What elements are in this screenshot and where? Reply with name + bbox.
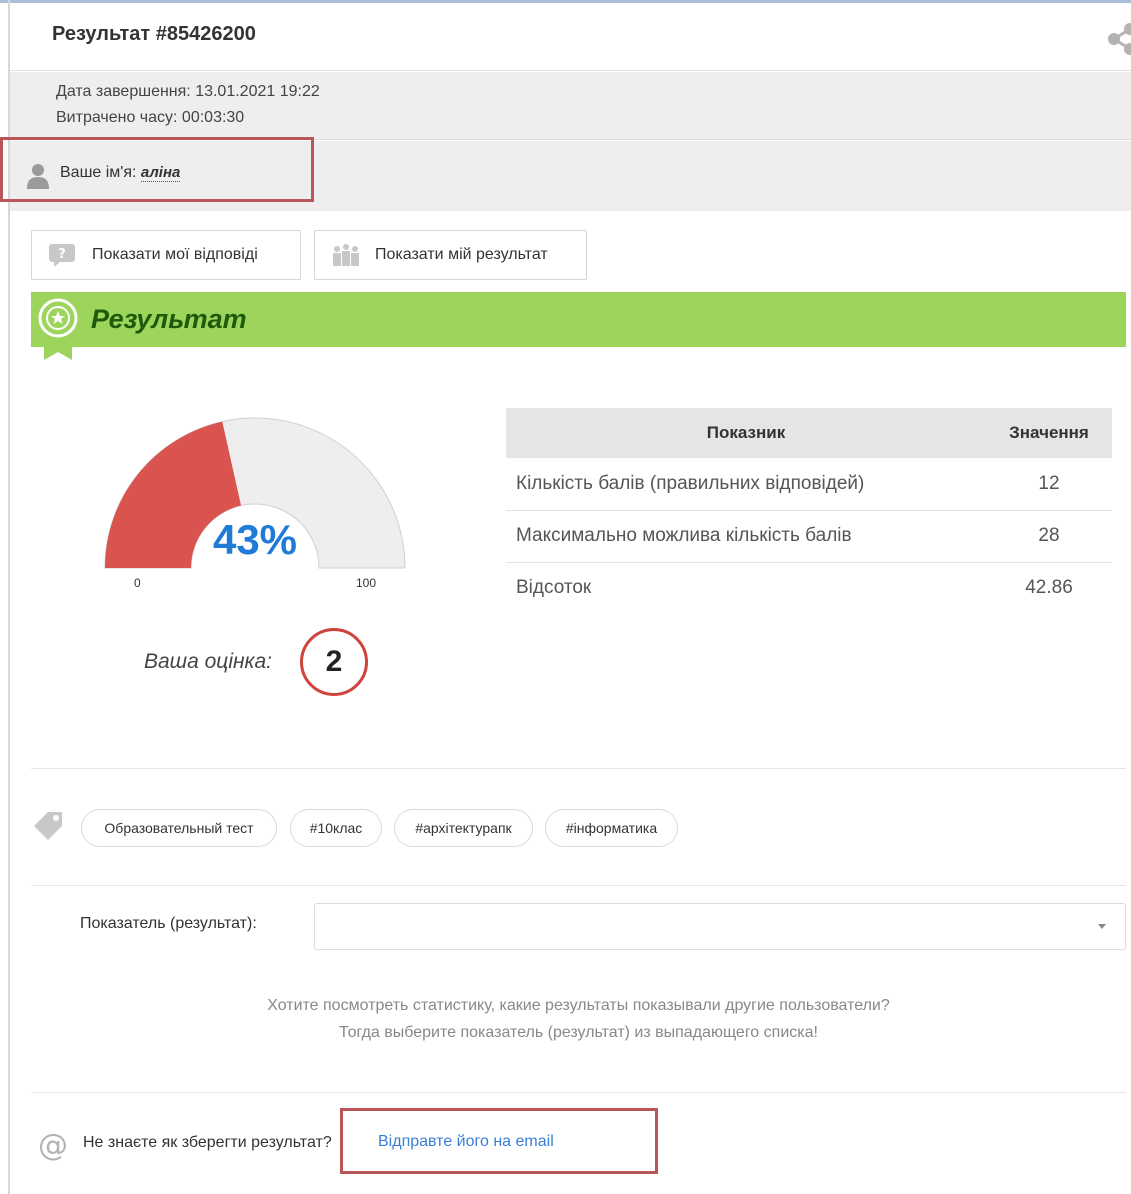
stats-header-value: Значення — [986, 408, 1112, 458]
indicator-label: Показатель (результат): — [80, 915, 257, 932]
result-title-bar: Результат — [31, 292, 1126, 347]
tag-chip[interactable]: #архітектурапк — [394, 809, 533, 847]
stats-header-indicator: Показник — [506, 408, 986, 458]
gauge-max-label: 100 — [356, 576, 377, 590]
show-result-button[interactable]: Показати мій результат — [314, 230, 587, 280]
tag-chip[interactable]: #інформатика — [545, 809, 678, 847]
result-title: Результат — [91, 304, 247, 334]
stats-row-value: 42.86 — [1025, 577, 1073, 599]
indicator-select[interactable] — [314, 903, 1126, 950]
stats-row-label: Максимально можлива кількість балів — [506, 510, 986, 563]
score-percent: 43% — [212, 516, 298, 563]
award-badge-icon — [38, 298, 78, 360]
score-gauge — [104, 417, 406, 569]
completion-date: Дата завершення: 13.01.2021 19:22 — [56, 83, 320, 100]
stats-row-value: 28 — [986, 510, 1112, 563]
result-meta: Дата завершення: 13.01.2021 19:22 Витрач… — [10, 72, 1131, 140]
save-result-question: Не знаєте як зберегти результат? — [83, 1134, 332, 1151]
stats-row-value: 12 — [986, 458, 1112, 511]
table-row: Кількість балів (правильних відповідей) … — [506, 458, 1112, 511]
gauge-min-label: 0 — [134, 576, 141, 590]
highlight-box-name — [0, 137, 314, 202]
stats-row-label: Кількість балів (правильних відповідей) — [506, 458, 986, 511]
svg-text:?: ? — [58, 247, 66, 262]
tag-chip[interactable]: #10клас — [290, 809, 382, 847]
stats-hint-line1: Хотите посмотреть статистику, какие резу… — [267, 997, 890, 1014]
result-header: Результат #85426200 — [10, 3, 1131, 71]
divider — [31, 768, 1126, 769]
show-result-label: Показати мій результат — [375, 246, 548, 263]
tag-icon — [34, 812, 62, 840]
show-answers-button[interactable]: ? Показати мої відповіді — [31, 230, 301, 280]
show-answers-label: Показати мої відповіді — [92, 246, 258, 263]
at-icon: @ — [38, 1128, 68, 1162]
divider — [31, 885, 1126, 886]
grade-value: 2 — [300, 628, 368, 696]
tag-chip[interactable]: Образовательный тест — [81, 809, 277, 847]
table-row: Відсоток 42.86 — [506, 562, 1112, 614]
stats-table: Показник Значення Кількість балів (прави… — [506, 408, 1112, 614]
chevron-down-icon — [1098, 924, 1106, 929]
page-title: Результат #85426200 — [52, 23, 256, 45]
people-icon — [333, 244, 359, 266]
time-spent: Витрачено часу: 00:03:30 — [56, 109, 245, 126]
stats-row-label: Відсоток — [516, 577, 592, 599]
highlight-box-email — [340, 1108, 658, 1174]
grade-label: Ваша оцінка: — [144, 650, 272, 673]
question-icon: ? — [49, 244, 75, 267]
share-icon[interactable] — [1100, 21, 1131, 57]
svg-text:@: @ — [38, 1128, 68, 1162]
stats-header-row: Показник Значення — [506, 408, 1112, 458]
stats-hint-line2: Тогда выберите показатель (результат) из… — [339, 1024, 818, 1041]
divider — [31, 1092, 1126, 1093]
table-row: Максимально можлива кількість балів 28 — [506, 510, 1112, 563]
